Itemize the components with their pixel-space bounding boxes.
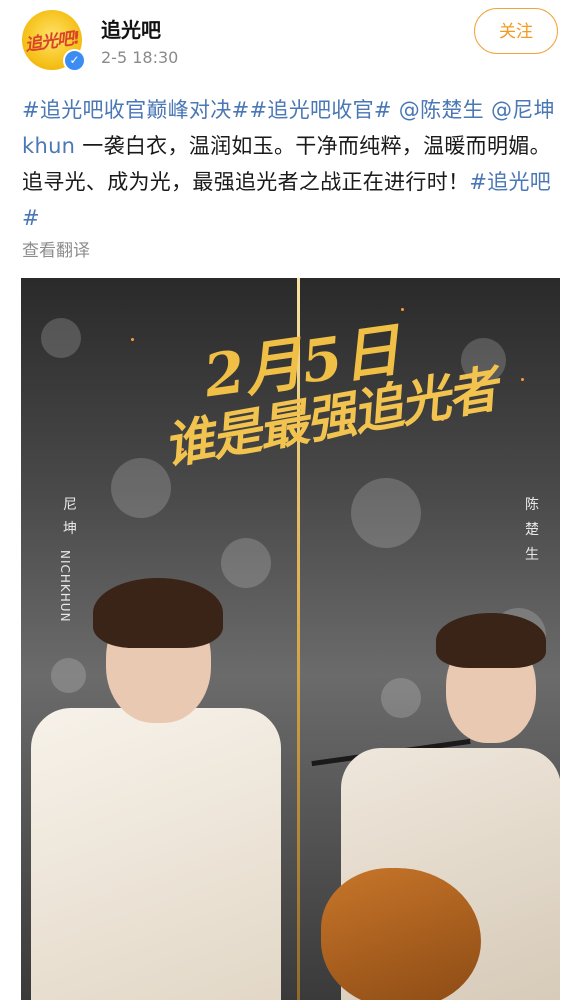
post-header: 追光吧! ✓ 追光吧 2-5 18:30 关注 — [0, 0, 581, 82]
post-date: 2-5 — [101, 48, 128, 67]
post-timestamp: 2-5 18:30 — [101, 48, 178, 67]
verified-icon: ✓ — [63, 49, 86, 72]
hashtag-link[interactable]: #追光吧收官巅峰对决# — [22, 98, 250, 122]
follow-button[interactable]: 关注 — [474, 8, 558, 54]
username[interactable]: 追光吧 — [101, 14, 161, 43]
left-singer-hair — [93, 578, 223, 648]
post-text: #追光吧收官巅峰对决##追光吧收官# @陈楚生 @尼坤 khun 一袭白衣，温润… — [22, 92, 562, 236]
left-singer-figure — [21, 278, 291, 1000]
hashtag-link[interactable]: #追光吧收官# — [250, 98, 392, 122]
mention-link[interactable]: @陈楚生 — [399, 98, 484, 122]
translate-link[interactable]: 查看翻译 — [22, 236, 90, 261]
left-singer-jacket — [31, 708, 281, 1000]
post-time: 18:30 — [132, 48, 179, 67]
right-singer-hair — [436, 613, 546, 668]
post-image[interactable]: 2月5日 谁是最强追光者 尼 坤 NICHKHUN 陈 楚 生 — [21, 278, 560, 1000]
right-singer-figure — [301, 278, 560, 1000]
